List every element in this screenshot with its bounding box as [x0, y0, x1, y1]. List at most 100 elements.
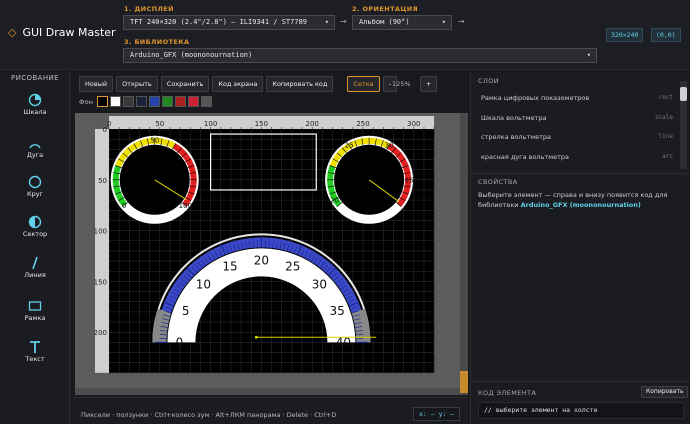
status-bar: Пиксели · ползунки · Ctrl+колесо зум · A…	[73, 397, 468, 424]
screen-code-button[interactable]: Код экрана	[212, 76, 264, 92]
resolution-chip: 320×240	[606, 28, 644, 42]
orientation-select-value: Альбом (90°)	[359, 18, 410, 26]
chevron-down-icon: ▾	[324, 18, 329, 26]
sector-icon	[28, 215, 42, 229]
tool-arc[interactable]: Дуга	[0, 136, 70, 159]
background-label: Фон	[79, 97, 93, 106]
tool-frame[interactable]: Рамка	[0, 299, 70, 322]
properties-hint: Выберите элемент — справа и внизу появит…	[478, 190, 678, 210]
line-icon	[32, 256, 38, 270]
library-label: 3. БИБЛИОТЕКА	[124, 38, 190, 46]
tool-sector[interactable]: Сектор	[0, 215, 70, 238]
background-swatch[interactable]	[96, 96, 108, 107]
background-swatch[interactable]	[174, 96, 186, 107]
x-tick-label: 50	[155, 120, 164, 128]
canvas-toolbar: Новый Открыть Сохранить Код экрана Копир…	[79, 76, 398, 92]
logo: ◇ GUI Draw Master	[8, 26, 116, 39]
y-tick-label: 0	[103, 126, 107, 134]
y-tick-label: 150	[94, 278, 107, 286]
big-gauge-needle-pivot	[254, 335, 258, 339]
tool-gauge[interactable]: Шкала	[0, 93, 70, 116]
cursor-xy-readout: x: – y: –	[413, 407, 461, 421]
tool-line[interactable]: Линия	[0, 256, 70, 279]
right-gauge-label: 30	[385, 142, 394, 150]
status-hint: Пиксели · ползунки · Ctrl+колесо зум · A…	[81, 411, 337, 419]
left-gauge-label: 100	[179, 202, 192, 210]
save-button[interactable]: Сохранить	[160, 76, 210, 92]
left-gauge-label: 50	[150, 136, 159, 144]
horizontal-scroll-track	[75, 388, 460, 395]
right-gauge-label: 20	[330, 196, 339, 204]
layer-type: rect	[658, 94, 673, 101]
layer-item[interactable]: красная дуга вольтметра arc	[481, 153, 673, 161]
layer-item[interactable]: Шкала вольтметра scale	[481, 114, 673, 122]
layer-type: line	[658, 133, 673, 140]
arrow-right-icon: →	[340, 17, 347, 26]
background-swatch[interactable]	[148, 96, 160, 107]
header-bar: ◇ GUI Draw Master 1. ДИСПЛЕЙ TFT 240×320…	[0, 0, 690, 70]
text-icon	[30, 341, 40, 353]
app-title: GUI Draw Master	[22, 26, 116, 39]
layer-name: красная дуга вольтметра	[481, 153, 570, 161]
layer-type: scale	[654, 114, 673, 121]
layer-name: Рамка цифровых показометров	[481, 94, 590, 102]
tool-circle[interactable]: Круг	[0, 175, 70, 198]
big-gauge-label: 0	[176, 335, 184, 349]
background-swatch[interactable]	[200, 96, 212, 107]
display-select[interactable]: TFT 240×320 (2.4"/2.8") — ILI9341 / ST77…	[123, 15, 335, 30]
right-panel: СЛОИ Рамка цифровых показометров rect Шк…	[470, 71, 690, 424]
layers-scroll-thumb[interactable]	[680, 87, 687, 101]
tool-text[interactable]: Текст	[0, 340, 70, 363]
open-button[interactable]: Открыть	[116, 76, 158, 92]
big-gauge-label: 30	[312, 277, 327, 291]
background-swatch[interactable]	[109, 96, 121, 107]
chevron-down-icon: ▾	[441, 18, 446, 26]
layer-item[interactable]: стрелка вольтметра line	[481, 133, 673, 141]
zoom-level: 125%	[392, 80, 411, 88]
vertical-scrollbar[interactable]	[460, 113, 468, 395]
vertical-scroll-thumb[interactable]	[460, 371, 468, 393]
layer-name: Шкала вольтметра	[481, 114, 547, 122]
library-select-value: Arduino_GFX (moononournation)	[130, 51, 253, 59]
layer-item[interactable]: Рамка цифровых показометров rect	[481, 94, 673, 102]
background-swatch[interactable]	[135, 96, 147, 107]
orientation-select[interactable]: Альбом (90°) ▾	[352, 15, 452, 30]
x-tick-label: 250	[356, 120, 369, 128]
display-select-value: TFT 240×320 (2.4"/2.8") — ILI9341 / ST77…	[130, 18, 308, 26]
x-tick-label: 300	[407, 120, 420, 128]
x-tick-label: 200	[306, 120, 319, 128]
big-gauge-label: 5	[182, 304, 190, 318]
x-tick-label: 0	[107, 120, 111, 128]
layer-type: arc	[662, 153, 673, 160]
canvas-svg[interactable]: 0 50 100 150 200 250 300050100150200051015 20 25…	[75, 113, 468, 395]
circle-icon	[28, 175, 42, 189]
code-title: КОД ЭЛЕМЕНТА	[478, 389, 537, 397]
divider	[471, 173, 690, 174]
grid-toggle-button[interactable]: Сетка	[347, 76, 380, 92]
frame-icon	[28, 301, 42, 311]
new-button[interactable]: Новый	[79, 76, 114, 92]
big-gauge-label: 10	[196, 277, 211, 291]
arrow-right-icon: →	[458, 17, 465, 26]
y-tick-label: 100	[94, 228, 107, 236]
layers-scrollbar[interactable]	[680, 81, 687, 169]
canvas-viewport[interactable]: 0 50 100 150 200 250 300 0 50 100 150 200 0 5 10 15 20 25…	[75, 113, 468, 395]
big-gauge-label: 20	[254, 253, 269, 267]
horizontal-scrollbar[interactable]	[75, 388, 460, 395]
background-swatch[interactable]	[122, 96, 134, 107]
orientation-label: 2. ОРИЕНТАЦИЯ	[352, 5, 419, 13]
library-select[interactable]: Arduino_GFX (moononournation) ▾	[123, 48, 597, 63]
copy-element-code-button[interactable]: Копировать	[641, 386, 689, 398]
tools-sidebar: РИСОВАНИЕ Шкала Дуга Круг Сектор Линия Р…	[0, 71, 70, 424]
diamond-icon: ◇	[8, 26, 17, 39]
background-swatch[interactable]	[187, 96, 199, 107]
big-gauge-label: 15	[222, 260, 237, 274]
x-tick-label: 100	[204, 120, 217, 128]
background-swatch[interactable]	[161, 96, 173, 107]
copy-code-button[interactable]: Копировать код	[266, 76, 334, 92]
tool-arc-label: Дуга	[26, 151, 44, 159]
coords-chip: (0,0)	[651, 28, 681, 42]
gauge-icon	[28, 93, 42, 107]
zoom-in-button[interactable]: +	[420, 76, 438, 92]
